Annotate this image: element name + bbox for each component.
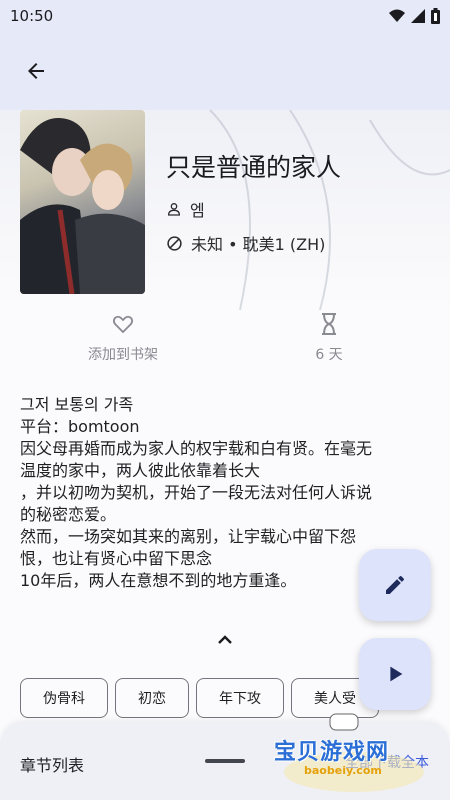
drag-handle[interactable]: [205, 759, 245, 763]
status-bar: 10:50: [0, 0, 450, 32]
pencil-icon: [386, 575, 404, 594]
genre-tag[interactable]: 初恋: [115, 678, 189, 718]
description-line: 然而，一场突如其来的离别，让宇载心中留下怨: [20, 527, 357, 546]
description-line: 因父母再婚而成为家人的权宇载和白有贤。在毫无: [20, 439, 373, 458]
description-line: 그저 보통의 가족: [20, 395, 134, 414]
status-text: 未知 • 耽美1 (ZH): [191, 235, 326, 254]
status-icons: [389, 8, 440, 24]
chapter-list-sheet[interactable]: 章节列表 全部下载全本: [0, 722, 450, 800]
play-icon: [390, 666, 403, 682]
manga-title: 只是普通的家人: [166, 153, 342, 182]
genre-tag[interactable]: 伪骨科: [20, 678, 108, 718]
start-reading-button[interactable]: [359, 638, 431, 710]
hourglass-icon: [322, 313, 336, 335]
signal-icon: [411, 9, 425, 23]
description-line: 的秘密恋爱。: [20, 505, 117, 524]
chapter-list-title: 章节列表: [20, 756, 85, 775]
author-name: 엠: [190, 201, 205, 220]
add-to-library-label: 添加到书架: [88, 347, 158, 363]
status-time: 10:50: [10, 7, 54, 25]
arrow-back-icon: [28, 63, 44, 79]
description-line: 平台：bomtoon: [20, 417, 140, 436]
genre-tags: 伪骨科 初恋 年下攻 美人受: [20, 678, 379, 718]
genre-tag[interactable]: 年下攻: [196, 678, 284, 718]
status-row: 未知 • 耽美1 (ZH): [166, 231, 325, 255]
cover-image[interactable]: [20, 110, 145, 294]
author-row: 엠: [166, 197, 205, 221]
back-button[interactable]: [20, 55, 52, 87]
person-icon: [167, 203, 181, 216]
update-interval-label: 6 天: [315, 347, 343, 363]
battery-icon: [431, 8, 440, 24]
app-bar: [0, 32, 450, 110]
edit-categories-button[interactable]: [359, 549, 431, 621]
heart-outline-icon: [112, 315, 134, 334]
block-icon: [167, 235, 182, 251]
download-all-button[interactable]: 全部下载全本: [345, 752, 429, 772]
update-interval-button[interactable]: 6 天: [254, 312, 404, 364]
description-line: ，并以初吻为契机，开始了一段无法对任何人诉说: [20, 483, 373, 502]
description-line: 温度的家中，两人彼此依靠着长大: [20, 461, 261, 480]
chevron-up-icon: [218, 635, 232, 644]
add-to-library-button[interactable]: 添加到书架: [48, 312, 198, 364]
wifi-icon: [389, 9, 405, 22]
collapse-description-button[interactable]: [210, 628, 240, 650]
